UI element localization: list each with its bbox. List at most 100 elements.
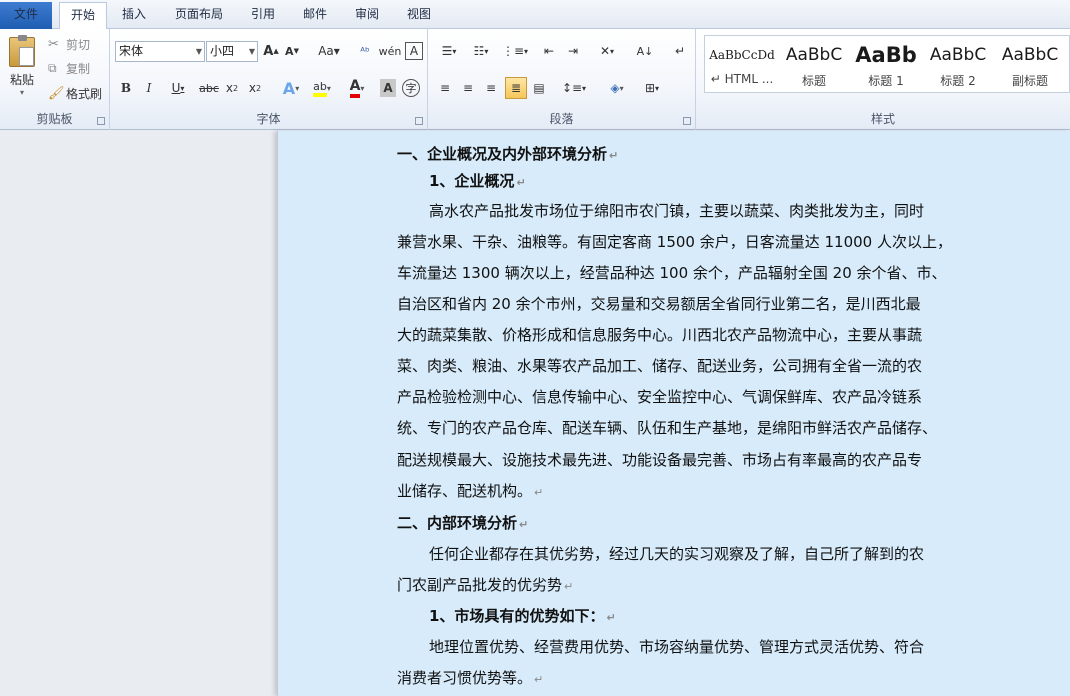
paragraph-line[interactable]: 产品检验检测中心、信息传输中心、安全监控中心、气调保鲜库、农产品冷链系	[397, 386, 922, 407]
character-border-icon[interactable]: A	[405, 42, 423, 60]
sort-icon[interactable]: A↓	[636, 42, 654, 60]
format-painter-button[interactable]: 🖌 格式刷	[48, 84, 102, 102]
paragraph-line[interactable]: 菜、肉类、粮油、水果等农产品加工、储存、配送业务，公司拥有全省一流的农	[397, 355, 922, 376]
line-spacing-icon[interactable]: ↕≡ ▾	[560, 79, 588, 97]
clear-formatting-icon[interactable]: ᴬᵇ	[355, 42, 375, 60]
italic-icon[interactable]: I	[141, 79, 157, 97]
tab-view[interactable]: 视图	[400, 2, 438, 29]
subheading-market-advantages[interactable]: 1、市场具有的优势如下： ↵	[429, 605, 616, 626]
paragraph-line[interactable]: 兼营水果、干杂、油粮等。有固定客商 1500 余户，日客流量达 11000 人次…	[397, 231, 952, 252]
ribbon: 粘贴 ▾ ✂ 剪切 ⧉ 复制 🖌 格式刷 剪贴板 宋体 ▼ 小四 ▼ A ▲ A ▼…	[0, 29, 1070, 130]
underline-icon[interactable]: U ▾	[165, 79, 191, 97]
font-size-dropdown-icon[interactable]: ▼	[249, 42, 255, 61]
style-heading1[interactable]: AaBb 标题 1	[851, 38, 921, 94]
subheading-company-profile[interactable]: 1、企业概况 ↵	[429, 170, 526, 191]
tab-home[interactable]: 开始	[59, 2, 107, 29]
tab-references[interactable]: 引用	[244, 2, 282, 29]
align-left-icon[interactable]: ≡	[436, 79, 454, 97]
numbering-icon[interactable]: ☷ ▾	[468, 42, 494, 60]
style-heading2[interactable]: AaBbC 标题 2	[923, 38, 993, 94]
paragraph-line[interactable]: 统、专门的农产品仓库、配送车辆、队伍和生产基地，是绵阳市鲜活农产品储存、	[397, 417, 937, 438]
strikethrough-icon[interactable]: abc	[198, 79, 220, 97]
style-html-name: ↵ HTML ...	[710, 72, 774, 86]
styles-group: AaBbCcDd ↵ HTML ... AaBbC 标题 AaBb 标题 1 A…	[696, 29, 1070, 130]
tab-insert[interactable]: 插入	[116, 2, 152, 29]
phonetic-guide-icon[interactable]: wén	[379, 42, 402, 60]
paragraph-line[interactable]: 任何企业都存在其优劣势，经过几天的实习观察及了解，自己所了解到的农	[429, 543, 924, 564]
tab-page-layout[interactable]: 页面布局	[168, 2, 230, 29]
align-center-icon[interactable]: ≡	[459, 79, 477, 97]
show-marks-icon[interactable]: ↵	[672, 42, 688, 60]
style-subtitle-name: 副标题	[1011, 74, 1048, 88]
increase-indent-icon[interactable]: ⇥	[564, 42, 582, 60]
decrease-indent-icon[interactable]: ⇤	[540, 42, 558, 60]
paragraph-shading-icon[interactable]: ◈ ▾	[603, 79, 631, 97]
paragraph-line[interactable]: 自治区和省内 20 余个市州，交易量和交易额居全省同行业第二名，是川西北最	[397, 293, 921, 314]
scissors-icon: ✂	[48, 36, 59, 52]
copy-label: 复制	[66, 61, 91, 76]
multilevel-list-icon[interactable]: ⋮≡ ▾	[502, 42, 528, 60]
borders-icon[interactable]: ⊞ ▾	[638, 79, 666, 97]
tab-file[interactable]: 文件	[0, 2, 52, 29]
style-heading2-name: 标题 2	[940, 74, 976, 88]
font-group: 宋体 ▼ 小四 ▼ A ▲ A ▼ Aa▾ ᴬᵇ wén A B I U ▾ abc…	[110, 29, 428, 130]
ribbon-tab-bar: 文件 开始 插入 页面布局 引用 邮件 审阅 视图	[0, 0, 1070, 29]
grow-font-icon[interactable]: A ▲	[263, 42, 279, 60]
style-title[interactable]: AaBbC 标题	[779, 38, 849, 94]
style-title-sample: AaBbC	[785, 45, 843, 65]
font-color-icon[interactable]: A ▾	[343, 77, 371, 99]
paragraph-line[interactable]: 业储存、配送机构。 ↵	[397, 480, 543, 501]
shrink-font-icon[interactable]: A ▼	[284, 42, 300, 60]
style-heading1-sample: AaBb	[855, 43, 917, 67]
bullets-icon[interactable]: ☰ ▾	[436, 42, 462, 60]
font-name-combo[interactable]: 宋体 ▼	[115, 41, 205, 62]
text-effects-icon[interactable]: A ▾	[278, 77, 304, 99]
copy-icon: ⧉	[48, 60, 57, 75]
cut-button[interactable]: ✂ 剪切	[48, 35, 90, 53]
styles-gallery: AaBbCcDd ↵ HTML ... AaBbC 标题 AaBb 标题 1 A…	[704, 35, 1070, 93]
character-shading-icon[interactable]: A	[380, 79, 396, 97]
style-title-name: 标题	[801, 74, 826, 88]
enclose-characters-icon[interactable]: 字	[402, 79, 420, 97]
style-html[interactable]: AaBbCcDd ↵ HTML ...	[707, 38, 777, 94]
tab-review[interactable]: 审阅	[348, 2, 386, 29]
tab-mailings[interactable]: 邮件	[296, 2, 334, 29]
clipboard-group: 粘贴 ▾ ✂ 剪切 ⧉ 复制 🖌 格式刷 剪贴板	[0, 29, 110, 130]
paragraph-line[interactable]: 车流量达 1300 辆次以上，经营品种达 100 余个，产品辐射全国 20 余个…	[397, 262, 947, 283]
paragraph-line[interactable]: 地理位置优势、经营费用优势、市场容纳量优势、管理方式灵活优势、符合	[429, 636, 924, 657]
paragraph-group-label: 段落	[549, 112, 574, 126]
font-size-value: 小四	[210, 44, 235, 58]
distributed-icon[interactable]: ▤	[530, 79, 548, 97]
style-heading1-name: 标题 1	[868, 74, 904, 88]
font-name-dropdown-icon[interactable]: ▼	[196, 42, 202, 61]
style-subtitle[interactable]: AaBbC 副标题	[995, 38, 1065, 94]
paragraph-line[interactable]: 大的蔬菜集散、价格形成和信息服务中心。川西北农产品物流中心，主要从事蔬	[397, 324, 922, 345]
highlight-color-icon[interactable]: ab ▾	[308, 77, 336, 99]
font-size-combo[interactable]: 小四 ▼	[206, 41, 258, 62]
font-dialog-launcher[interactable]	[415, 117, 423, 125]
change-case-icon[interactable]: Aa▾	[316, 42, 342, 60]
style-subtitle-sample: AaBbC	[1001, 45, 1059, 65]
heading-company-overview[interactable]: 一、企业概况及内外部环境分析 ↵	[397, 143, 618, 164]
chinese-layout-icon[interactable]: ✕ ▾	[594, 42, 620, 60]
copy-button[interactable]: ⧉ 复制	[48, 59, 90, 77]
font-name-value: 宋体	[119, 44, 144, 58]
align-right-icon[interactable]: ≡	[482, 79, 500, 97]
superscript-icon[interactable]: x2	[246, 79, 264, 97]
format-painter-label: 格式刷	[66, 86, 103, 101]
paintbrush-icon: 🖌	[48, 85, 65, 101]
style-html-sample: AaBbCcDd	[709, 48, 775, 62]
heading-internal-environment[interactable]: 二、内部环境分析 ↵	[397, 512, 528, 533]
clipboard-dialog-launcher[interactable]	[97, 117, 105, 125]
paragraph-line[interactable]: 消费者习惯优势等。 ↵	[397, 667, 543, 688]
paragraph-line[interactable]: 配送规模最大、设施技术最先进、功能设备最完善、市场占有率最高的农产品专	[397, 449, 922, 470]
paragraph-line[interactable]: 高水农产品批发市场位于绵阳市农门镇，主要以蔬菜、肉类批发为主，同时	[429, 200, 924, 221]
paragraph-line[interactable]: 门农副产品批发的优劣势 ↵	[397, 574, 573, 595]
paste-button[interactable]: 粘贴 ▾	[6, 33, 38, 101]
justify-icon[interactable]: ≣	[505, 77, 527, 99]
paste-dropdown-icon[interactable]: ▾	[20, 88, 24, 97]
paragraph-group: ☰ ▾ ☷ ▾ ⋮≡ ▾ ⇤ ⇥ ✕ ▾ A↓ ↵ ≡ ≡ ≡ ≣ ▤ ↕≡ ▾ ◈ ▾ ⊞…	[428, 29, 696, 130]
paragraph-dialog-launcher[interactable]	[683, 117, 691, 125]
subscript-icon[interactable]: x2	[223, 79, 241, 97]
bold-icon[interactable]: B	[118, 79, 134, 97]
